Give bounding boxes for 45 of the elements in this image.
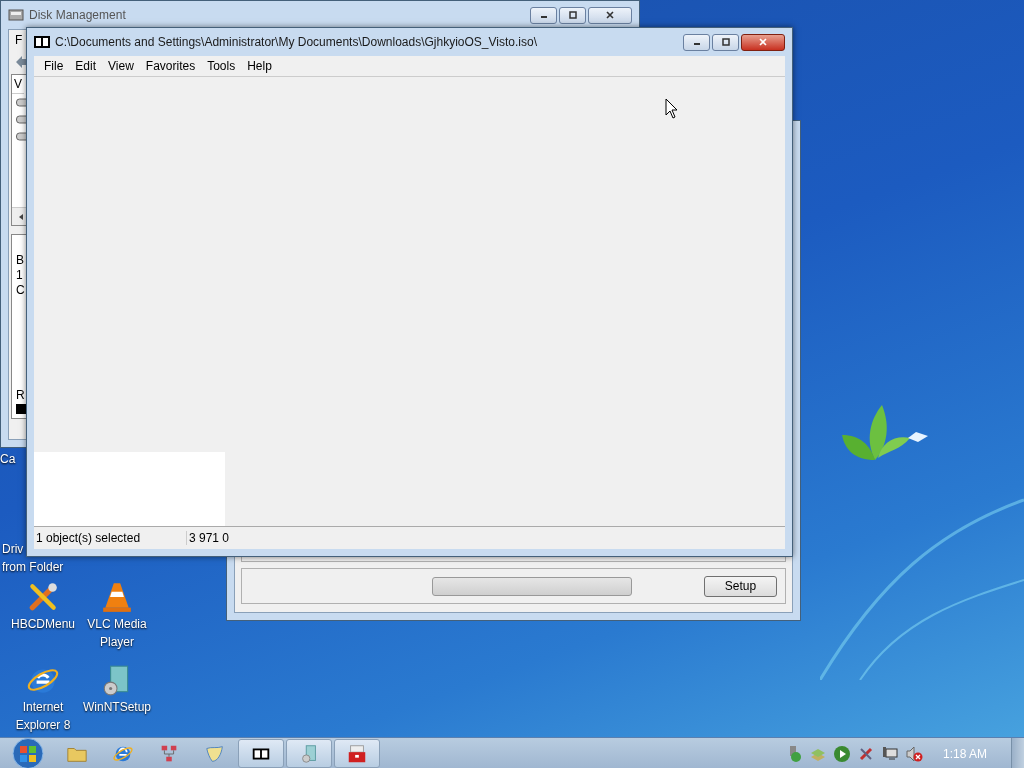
muted-speaker-icon[interactable] [904, 744, 923, 763]
archiver-icon [34, 35, 50, 49]
maximize-button[interactable] [712, 33, 739, 51]
traffic-cone-icon [100, 580, 134, 614]
disk-info-text: B [16, 253, 25, 268]
setup-button[interactable]: Setup [704, 575, 777, 597]
desktop-icon-label[interactable]: Internet [22, 700, 64, 715]
menu-item[interactable]: Help [241, 57, 278, 75]
column-header[interactable]: V [12, 75, 24, 94]
desktop-icon-label[interactable]: Driv [2, 542, 24, 557]
mouse-cursor-icon [665, 98, 679, 119]
menu-item[interactable]: Edit [69, 57, 103, 75]
close-icon [758, 38, 768, 46]
toolbox-icon[interactable] [346, 742, 368, 765]
desktop-icon-label[interactable]: Ca [0, 452, 16, 467]
desktop-icon-label[interactable]: Explorer 8 [15, 718, 71, 733]
maximize-button[interactable] [559, 6, 586, 24]
disk-info-text: 1 [16, 268, 24, 283]
disk-management-icon [8, 8, 24, 22]
status-size: 3 971 0 [186, 531, 230, 545]
window-title: C:\Documents and Settings\Administrator\My Documents\Downloads\GjhkyioOS_Visto.iso\ [55, 35, 538, 49]
desktop-icon-label[interactable]: from Folder [2, 560, 64, 575]
taskbar-button[interactable] [238, 739, 284, 768]
close-button[interactable] [741, 33, 785, 51]
menu-item[interactable]: File [38, 57, 70, 75]
network-icon[interactable] [880, 744, 899, 763]
close-button[interactable] [588, 6, 632, 24]
maximize-icon [720, 38, 731, 46]
menu-item[interactable]: Favorites [139, 57, 202, 75]
maximize-icon [567, 11, 578, 19]
menu-item[interactable]: View [102, 57, 140, 75]
legend-text: R [16, 388, 26, 402]
desktop-icon-label[interactable]: WinNTSetup [83, 700, 151, 715]
menu-item[interactable]: F [13, 31, 25, 49]
menu-item[interactable]: Tools [201, 57, 242, 75]
desktop-icon-label[interactable]: Player [100, 635, 134, 650]
window-title: Disk Management [29, 8, 127, 22]
minimize-button[interactable] [530, 6, 557, 24]
play-icon[interactable] [832, 744, 851, 763]
minimize-button[interactable] [683, 33, 710, 51]
desktop-icon-label[interactable]: HBCDMenu [11, 617, 75, 632]
desktop-icon-label[interactable]: VLC Media [87, 617, 147, 632]
close-icon [605, 11, 615, 19]
status-text: 1 object(s) selected [35, 531, 142, 545]
disk-info-text: C [16, 283, 26, 298]
